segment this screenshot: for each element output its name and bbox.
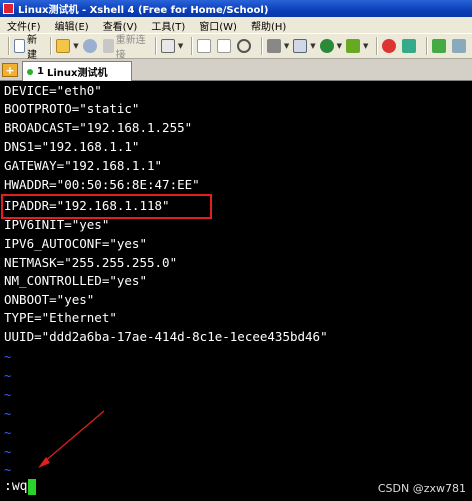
- new-tab-button[interactable]: +: [2, 63, 18, 77]
- properties-button[interactable]: ▼: [160, 36, 184, 56]
- globe-icon: [319, 39, 334, 53]
- title-bar: Linux测试机 - Xshell 4 (Free for Home/Schoo…: [0, 0, 472, 17]
- font-icon: [293, 39, 308, 53]
- paste-icon: [217, 39, 232, 53]
- folder-icon: [56, 39, 71, 53]
- connection-status-icon: [27, 68, 33, 75]
- xftp-button[interactable]: [382, 36, 398, 56]
- toolbar-grip: [8, 37, 10, 55]
- open-button[interactable]: ▼: [56, 36, 79, 56]
- color-icon: [346, 39, 361, 53]
- reconnect-button[interactable]: 重新连接: [102, 35, 148, 61]
- tab-linux-session[interactable]: 1 Linux测试机: [22, 61, 132, 81]
- chevron-down-icon: ▼: [283, 42, 290, 50]
- print-button[interactable]: ▼: [266, 36, 290, 56]
- fullscreen-icon: [452, 39, 467, 53]
- menu-edit[interactable]: 编辑(E): [48, 18, 96, 33]
- script-button[interactable]: [402, 36, 418, 56]
- window-title: Linux测试机 - Xshell 4 (Free for Home/Schoo…: [18, 5, 269, 16]
- chevron-down-icon: ▼: [73, 42, 79, 50]
- search-icon: [237, 39, 252, 53]
- toolbar-separator: [261, 37, 263, 55]
- font-button[interactable]: ▼: [293, 36, 316, 56]
- csdn-watermark: CSDN @zxw781: [377, 482, 466, 495]
- script-icon: [402, 39, 417, 53]
- chevron-down-icon: ▼: [177, 42, 184, 50]
- chevron-down-icon: ▼: [363, 42, 369, 50]
- toolbar-separator: [50, 37, 53, 55]
- menu-window[interactable]: 窗口(W): [192, 18, 244, 33]
- tab-number: 1: [37, 66, 44, 77]
- printer-icon: [266, 39, 281, 53]
- menu-help[interactable]: 帮助(H): [244, 18, 293, 33]
- disconnect-button[interactable]: [82, 36, 99, 56]
- copy-button[interactable]: [197, 36, 213, 56]
- fullscreen-button[interactable]: [452, 36, 468, 56]
- menu-bar: 文件(F) 编辑(E) 查看(V) 工具(T) 窗口(W) 帮助(H): [0, 17, 472, 33]
- new-session-icon: [13, 39, 26, 53]
- copy-icon: [197, 39, 212, 53]
- find-button[interactable]: [237, 36, 253, 56]
- tab-bar: + 1 Linux测试机: [0, 59, 472, 81]
- toolbar-separator: [155, 37, 157, 55]
- reconnect-label: 重新连接: [115, 35, 146, 61]
- toolbar: 新建 ▼ 重新连接 ▼ ▼ ▼ ▼ ▼: [0, 33, 472, 61]
- menu-tools[interactable]: 工具(T): [144, 18, 192, 33]
- paste-button[interactable]: [217, 36, 233, 56]
- properties-icon: [160, 39, 175, 53]
- chevron-down-icon: ▼: [310, 42, 316, 50]
- tab-label: Linux测试机: [46, 68, 108, 79]
- annotation-arrow-icon: [38, 410, 105, 468]
- new-session-label: 新建: [27, 35, 38, 61]
- link-icon: [82, 39, 97, 53]
- color-button[interactable]: ▼: [346, 36, 368, 56]
- xshell-app-icon: [3, 3, 14, 14]
- reconnect-icon: [102, 39, 114, 53]
- toolbar-separator: [426, 37, 429, 55]
- grid-icon: [432, 39, 447, 53]
- globe-button[interactable]: ▼: [319, 36, 343, 56]
- chevron-down-icon: ▼: [336, 42, 343, 50]
- layout-button[interactable]: [432, 36, 448, 56]
- xftp-icon: [382, 39, 397, 53]
- new-session-button[interactable]: 新建: [13, 35, 43, 61]
- toolbar-separator: [191, 37, 194, 55]
- plus-icon: +: [5, 63, 15, 77]
- toolbar-separator: [376, 37, 379, 55]
- terminal-area[interactable]: DEVICE="eth0" BOOTPROTO="static" BROADCA…: [0, 81, 472, 501]
